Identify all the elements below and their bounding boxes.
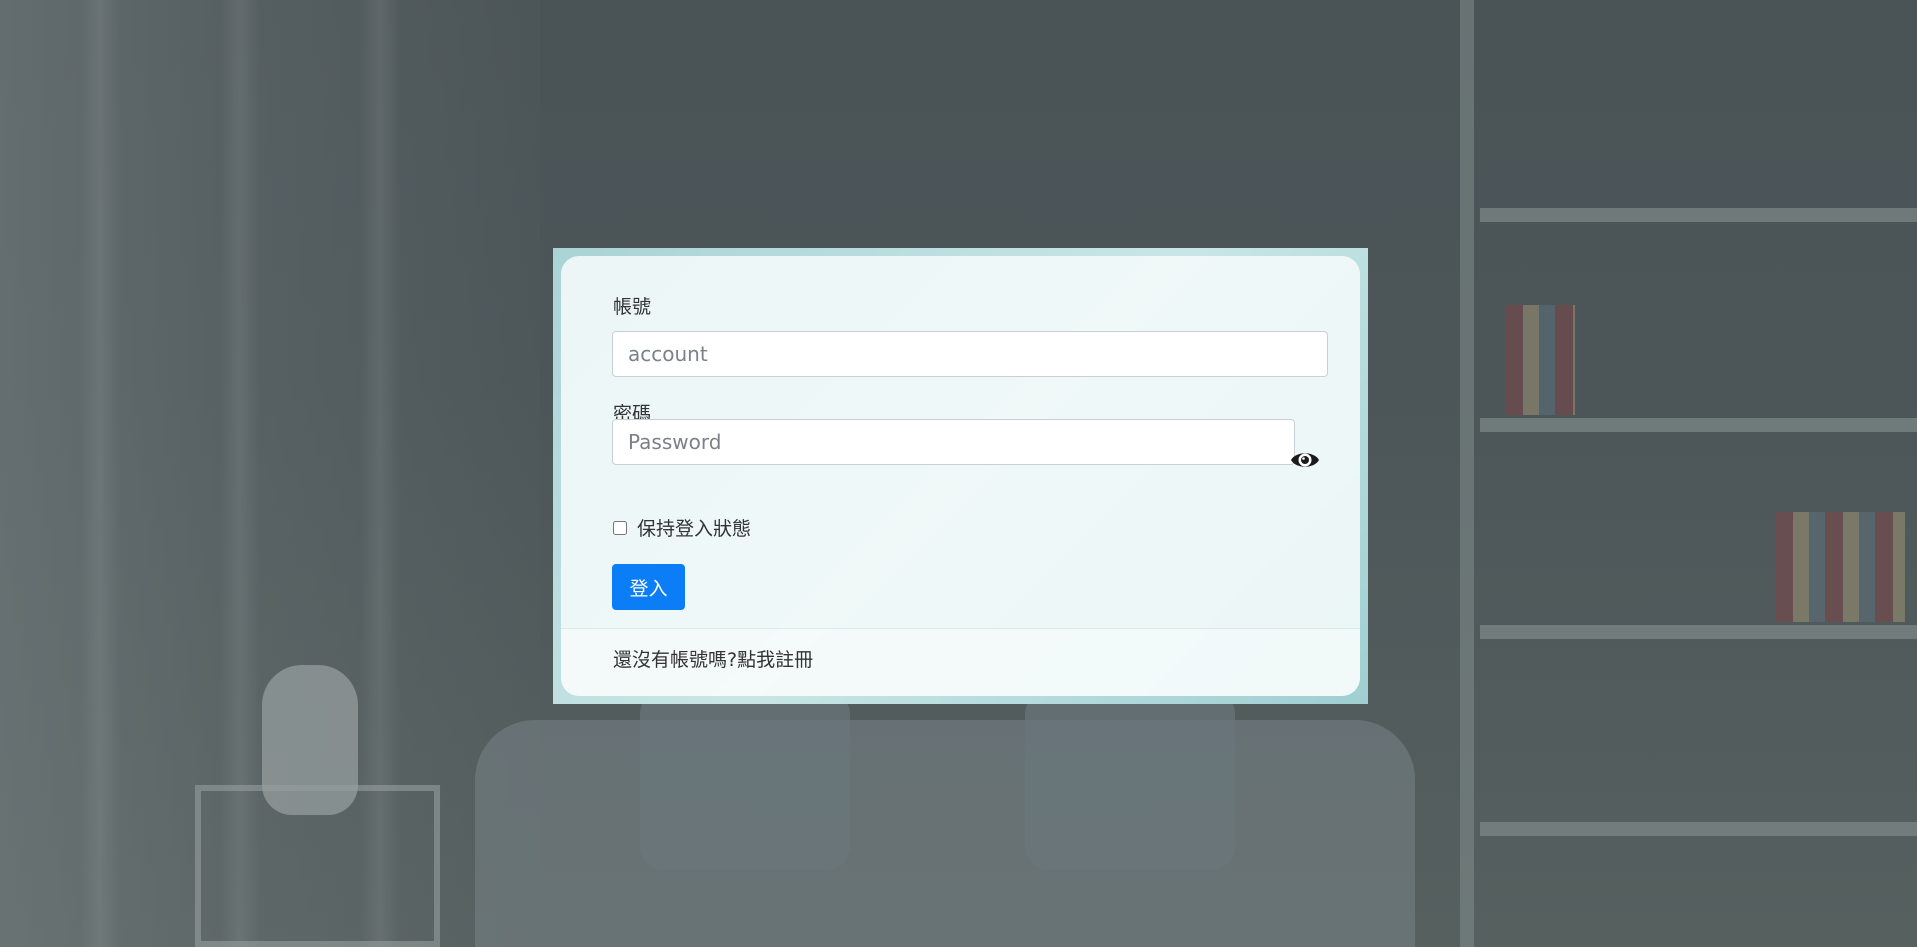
account-label: 帳號 [613,296,652,318]
shelf-board [1480,822,1917,836]
login-card: 帳號 密碼 保持登入狀態 登入 還沒有帳號嗎?點我註冊 [561,256,1360,696]
sofa-decoration [475,720,1415,947]
side-table-decoration [195,785,440,947]
curtain-fold [80,0,120,947]
books-decoration [1505,305,1575,415]
eye-icon[interactable] [1290,448,1320,472]
login-card-frame: 帳號 密碼 保持登入狀態 登入 還沒有帳號嗎?點我註冊 [553,248,1368,704]
shelf-board [1480,418,1917,432]
card-footer: 還沒有帳號嗎?點我註冊 [561,628,1360,696]
password-input[interactable] [612,419,1295,465]
account-input[interactable] [612,331,1328,377]
remember-me[interactable]: 保持登入狀態 [613,514,751,541]
bookshelf-frame [1460,0,1917,947]
remember-me-checkbox[interactable] [613,520,627,535]
register-link[interactable]: 還沒有帳號嗎?點我註冊 [613,645,813,672]
books-decoration [1775,512,1905,622]
pillow-decoration [640,690,850,870]
shelf-board [1480,625,1917,639]
remember-me-label: 保持登入狀態 [637,518,752,540]
pillow-decoration [1025,690,1235,870]
shelf-board [1480,208,1917,222]
login-button[interactable]: 登入 [612,564,685,610]
